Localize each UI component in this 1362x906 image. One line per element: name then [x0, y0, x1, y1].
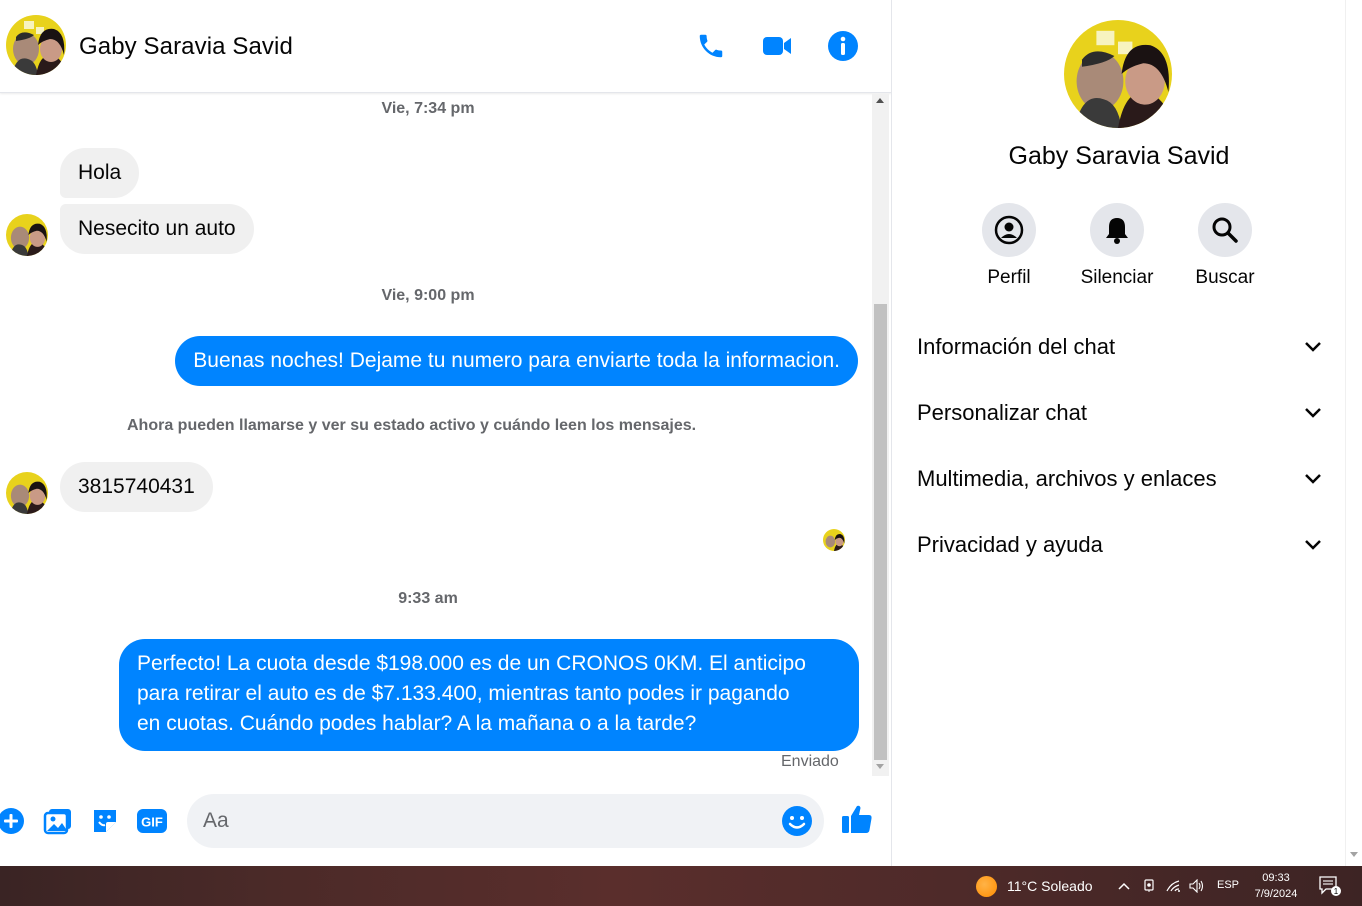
profile-name: Gaby Saravia Savid [1008, 142, 1230, 170]
gif-icon: GIF [137, 809, 167, 833]
message-list: Vie, 7:34 pm Hola Nesecito un auto Vie, … [0, 94, 872, 776]
message-line: en cuotas. Cuándo podes hablar? A la mañ… [137, 712, 697, 735]
profile-action[interactable]: Perfil [954, 203, 1064, 289]
mute-button[interactable] [1090, 203, 1144, 257]
search-button[interactable] [1198, 203, 1252, 257]
search-icon [1212, 217, 1238, 243]
sun-icon[interactable] [976, 876, 997, 897]
timestamp: Vie, 9:00 pm [381, 287, 475, 304]
info-icon [828, 31, 858, 61]
photo-icon [43, 809, 71, 835]
section-label: Personalizar chat [917, 400, 1087, 425]
show-hidden-icons-button[interactable] [1114, 876, 1134, 896]
message-input[interactable] [203, 794, 763, 848]
phone-icon [699, 34, 723, 58]
contact-avatar-small [6, 214, 48, 256]
sticker-button[interactable] [88, 804, 122, 838]
section-label: Privacidad y ayuda [917, 532, 1103, 557]
bell-icon [1106, 218, 1128, 244]
clock-time: 09:33 [1262, 872, 1290, 884]
windows-taskbar: 11°C Soleado ESP 09:33 7/9/2024 1 [0, 866, 1362, 906]
input-language[interactable]: ESP [1217, 879, 1239, 891]
delivery-status: Enviado [781, 753, 839, 770]
meet-now-icon[interactable] [1139, 876, 1159, 896]
message-line: para retirar el auto es de $7.133.400, m… [137, 682, 790, 705]
chat-header: Gaby Saravia Savid [0, 0, 891, 93]
section-label: Multimedia, archivos y enlaces [917, 466, 1217, 491]
message-scrollbar[interactable] [872, 94, 889, 776]
weather-widget[interactable]: 11°C Soleado [1007, 878, 1093, 894]
messenger-window: Gaby Saravia Savid Vie, 7:34 pm Hola Nes… [0, 0, 1362, 866]
clock-date: 7/9/2024 [1254, 888, 1298, 900]
incoming-message[interactable]: 3815740431 [60, 462, 213, 512]
action-label: Silenciar [1080, 267, 1154, 288]
incoming-message[interactable]: Hola [60, 148, 140, 198]
message-input-container [187, 794, 824, 848]
incoming-message[interactable]: Nesecito un auto [60, 204, 254, 254]
video-camera-icon [763, 37, 791, 55]
section-customize-chat[interactable]: Personalizar chat [917, 393, 1322, 433]
scroll-up-arrow-icon[interactable] [876, 98, 884, 103]
section-privacy-help[interactable]: Privacidad y ayuda [917, 525, 1322, 565]
search-action[interactable]: Buscar [1170, 203, 1280, 289]
chevron-down-icon [1305, 408, 1321, 418]
read-receipt-avatar [823, 529, 845, 551]
scroll-down-arrow-icon[interactable] [876, 764, 884, 769]
chevron-down-icon [1305, 540, 1321, 550]
svg-text:GIF: GIF [141, 815, 163, 830]
attach-photo-button[interactable] [41, 804, 75, 838]
chat-pane: Gaby Saravia Savid Vie, 7:34 pm Hola Nes… [0, 0, 891, 866]
contact-avatar[interactable] [6, 15, 66, 75]
message-line: Perfecto! La cuota desde $198.000 es de … [137, 652, 806, 675]
volume-icon[interactable] [1187, 876, 1207, 896]
notification-icon: 1 [1319, 876, 1341, 896]
conversation-info-button[interactable] [823, 26, 863, 66]
section-media-files[interactable]: Multimedia, archivos y enlaces [917, 459, 1322, 499]
emoji-button[interactable] [781, 805, 813, 837]
section-chat-info[interactable]: Información del chat [917, 327, 1322, 367]
send-like-button[interactable] [840, 802, 874, 836]
chevron-down-icon [1305, 474, 1321, 484]
system-notice: Ahora pueden llamarse y ver su estado ac… [127, 417, 697, 434]
plus-icon [0, 808, 24, 834]
mute-action[interactable]: Silenciar [1062, 203, 1172, 289]
wifi-icon[interactable] [1163, 876, 1183, 896]
conversation-details-panel: Gaby Saravia Savid Perfil Silenciar Busc… [891, 0, 1362, 866]
emoji-icon [782, 806, 812, 836]
chevron-down-icon [1305, 342, 1321, 352]
timestamp: 9:33 am [398, 590, 458, 607]
action-label: Perfil [987, 267, 1031, 288]
profile-icon [994, 215, 1024, 245]
timestamp: Vie, 7:34 pm [381, 100, 475, 117]
composer-bar: GIF [0, 776, 891, 866]
scrollbar-thumb[interactable] [874, 304, 887, 760]
more-actions-button[interactable] [0, 804, 28, 838]
thumbs-up-icon [842, 805, 872, 833]
scroll-down-arrow-icon[interactable] [1350, 852, 1358, 857]
chevron-up-icon [1118, 882, 1130, 890]
outgoing-message[interactable]: Perfecto! La cuota desde $198.000 es de … [119, 639, 859, 751]
action-label: Buscar [1195, 267, 1255, 288]
profile-button[interactable] [982, 203, 1036, 257]
svg-text:1: 1 [1334, 887, 1339, 896]
contact-name[interactable]: Gaby Saravia Savid [79, 33, 293, 61]
video-call-button[interactable] [757, 26, 797, 66]
profile-photo[interactable] [1064, 20, 1172, 128]
section-label: Información del chat [917, 334, 1116, 359]
voice-call-button[interactable] [691, 26, 731, 66]
gif-button[interactable]: GIF [135, 804, 169, 838]
outgoing-message[interactable]: Buenas noches! Dejame tu numero para env… [175, 336, 858, 386]
notification-center-button[interactable]: 1 [1318, 875, 1342, 897]
contact-avatar-small [6, 472, 48, 514]
details-scrollbar[interactable] [1345, 0, 1362, 866]
sticker-icon [94, 810, 116, 832]
system-clock[interactable]: 09:33 7/9/2024 [1248, 870, 1304, 902]
